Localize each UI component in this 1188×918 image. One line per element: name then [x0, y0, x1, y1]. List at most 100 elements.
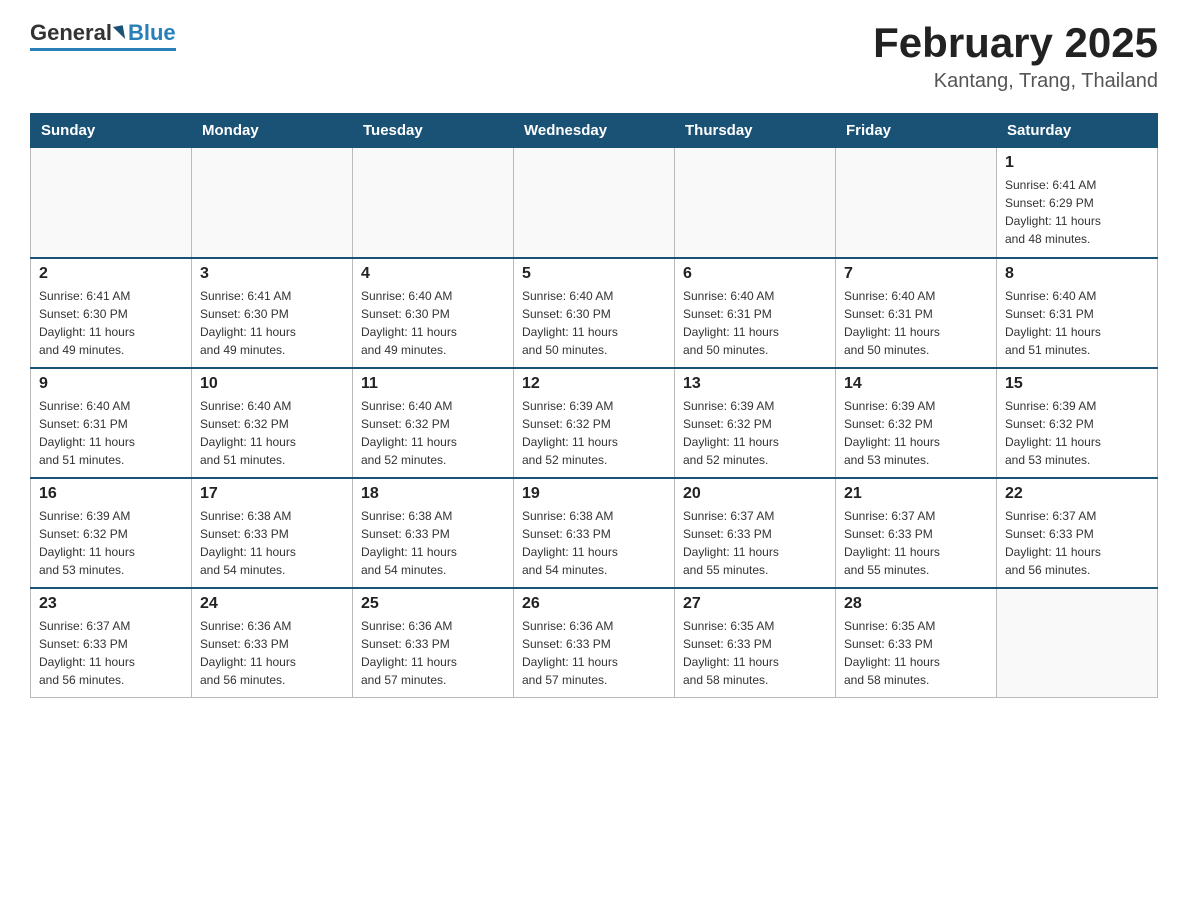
day-info: Sunrise: 6:37 AM Sunset: 6:33 PM Dayligh… [683, 507, 827, 579]
day-number: 18 [361, 485, 505, 503]
day-number: 20 [683, 485, 827, 503]
day-number: 7 [844, 265, 988, 283]
day-info: Sunrise: 6:39 AM Sunset: 6:32 PM Dayligh… [39, 507, 183, 579]
calendar-cell: 27 Sunrise: 6:35 AM Sunset: 6:33 PM Dayli… [675, 588, 836, 698]
day-info: Sunrise: 6:39 AM Sunset: 6:32 PM Dayligh… [844, 397, 988, 469]
day-number: 1 [1005, 154, 1149, 172]
day-number: 8 [1005, 265, 1149, 283]
logo-general-text: General [30, 20, 112, 46]
day-number: 5 [522, 265, 666, 283]
page-header: General Blue February 2025 Kantang, Tran… [30, 20, 1158, 93]
calendar-cell: 15 Sunrise: 6:39 AM Sunset: 6:32 PM Dayli… [997, 368, 1158, 478]
day-info: Sunrise: 6:40 AM Sunset: 6:31 PM Dayligh… [1005, 287, 1149, 359]
day-number: 27 [683, 595, 827, 613]
day-number: 17 [200, 485, 344, 503]
calendar-cell: 28Sunrise: 6:35 AM Sunset: 6:33 PM Dayli… [836, 588, 997, 698]
day-info: Sunrise: 6:40 AM Sunset: 6:30 PM Dayligh… [522, 287, 666, 359]
logo: General Blue [30, 20, 176, 51]
calendar-week-row: 1 Sunrise: 6:41 AM Sunset: 6:29 PM Daylig… [31, 148, 1158, 258]
day-number: 11 [361, 375, 505, 393]
calendar-week-row: 9Sunrise: 6:40 AM Sunset: 6:31 PM Daylig… [31, 368, 1158, 478]
calendar-cell: 11 Sunrise: 6:40 AM Sunset: 6:32 PM Dayli… [353, 368, 514, 478]
logo-underline [30, 48, 176, 51]
logo-blue-text: Blue [128, 20, 176, 46]
calendar-cell: 14 Sunrise: 6:39 AM Sunset: 6:32 PM Dayli… [836, 368, 997, 478]
weekday-header: Tuesday [353, 114, 514, 148]
calendar-title: February 2025 [873, 20, 1158, 66]
day-info: Sunrise: 6:37 AM Sunset: 6:33 PM Dayligh… [844, 507, 988, 579]
calendar-week-row: 2 Sunrise: 6:41 AM Sunset: 6:30 PM Daylig… [31, 258, 1158, 368]
calendar-cell [675, 148, 836, 258]
calendar-cell: 13 Sunrise: 6:39 AM Sunset: 6:32 PM Dayli… [675, 368, 836, 478]
calendar-cell: 5 Sunrise: 6:40 AM Sunset: 6:30 PM Daylig… [514, 258, 675, 368]
day-number: 26 [522, 595, 666, 613]
day-number: 2 [39, 265, 183, 283]
day-number: 12 [522, 375, 666, 393]
day-info: Sunrise: 6:41 AM Sunset: 6:30 PM Dayligh… [39, 287, 183, 359]
day-number: 15 [1005, 375, 1149, 393]
calendar-week-row: 23 Sunrise: 6:37 AM Sunset: 6:33 PM Dayli… [31, 588, 1158, 698]
calendar-cell: 25Sunrise: 6:36 AM Sunset: 6:33 PM Dayli… [353, 588, 514, 698]
day-info: Sunrise: 6:39 AM Sunset: 6:32 PM Dayligh… [522, 397, 666, 469]
weekday-header: Thursday [675, 114, 836, 148]
day-info: Sunrise: 6:40 AM Sunset: 6:31 PM Dayligh… [683, 287, 827, 359]
day-number: 21 [844, 485, 988, 503]
day-info: Sunrise: 6:38 AM Sunset: 6:33 PM Dayligh… [200, 507, 344, 579]
calendar-cell: 6Sunrise: 6:40 AM Sunset: 6:31 PM Daylig… [675, 258, 836, 368]
calendar-cell: 4 Sunrise: 6:40 AM Sunset: 6:30 PM Daylig… [353, 258, 514, 368]
day-number: 3 [200, 265, 344, 283]
day-info: Sunrise: 6:40 AM Sunset: 6:32 PM Dayligh… [200, 397, 344, 469]
calendar-cell: 17 Sunrise: 6:38 AM Sunset: 6:33 PM Dayli… [192, 478, 353, 588]
day-number: 23 [39, 595, 183, 613]
calendar-cell: 22 Sunrise: 6:37 AM Sunset: 6:33 PM Dayli… [997, 478, 1158, 588]
day-number: 14 [844, 375, 988, 393]
weekday-header: Sunday [31, 114, 192, 148]
calendar-cell [353, 148, 514, 258]
day-info: Sunrise: 6:41 AM Sunset: 6:29 PM Dayligh… [1005, 176, 1149, 248]
calendar-cell: 2 Sunrise: 6:41 AM Sunset: 6:30 PM Daylig… [31, 258, 192, 368]
calendar-cell: 12 Sunrise: 6:39 AM Sunset: 6:32 PM Dayli… [514, 368, 675, 478]
calendar-cell: 1 Sunrise: 6:41 AM Sunset: 6:29 PM Daylig… [997, 148, 1158, 258]
day-info: Sunrise: 6:40 AM Sunset: 6:31 PM Dayligh… [844, 287, 988, 359]
logo-text: General Blue [30, 20, 176, 46]
calendar-subtitle: Kantang, Trang, Thailand [873, 70, 1158, 93]
calendar-cell: 21 Sunrise: 6:37 AM Sunset: 6:33 PM Dayli… [836, 478, 997, 588]
day-info: Sunrise: 6:35 AM Sunset: 6:33 PM Dayligh… [683, 617, 827, 689]
weekday-header: Wednesday [514, 114, 675, 148]
day-number: 4 [361, 265, 505, 283]
day-info: Sunrise: 6:38 AM Sunset: 6:33 PM Dayligh… [361, 507, 505, 579]
day-number: 16 [39, 485, 183, 503]
day-info: Sunrise: 6:41 AM Sunset: 6:30 PM Dayligh… [200, 287, 344, 359]
day-info: Sunrise: 6:37 AM Sunset: 6:33 PM Dayligh… [1005, 507, 1149, 579]
calendar-cell: 24 Sunrise: 6:36 AM Sunset: 6:33 PM Dayli… [192, 588, 353, 698]
weekday-header: Saturday [997, 114, 1158, 148]
calendar-cell: 20 Sunrise: 6:37 AM Sunset: 6:33 PM Dayli… [675, 478, 836, 588]
weekday-header: Monday [192, 114, 353, 148]
day-number: 24 [200, 595, 344, 613]
calendar-cell: 9Sunrise: 6:40 AM Sunset: 6:31 PM Daylig… [31, 368, 192, 478]
calendar-cell: 26Sunrise: 6:36 AM Sunset: 6:33 PM Dayli… [514, 588, 675, 698]
calendar-cell [514, 148, 675, 258]
day-info: Sunrise: 6:40 AM Sunset: 6:30 PM Dayligh… [361, 287, 505, 359]
weekday-header-row: SundayMondayTuesdayWednesdayThursdayFrid… [31, 114, 1158, 148]
calendar-cell [997, 588, 1158, 698]
day-number: 22 [1005, 485, 1149, 503]
calendar-cell: 18 Sunrise: 6:38 AM Sunset: 6:33 PM Dayli… [353, 478, 514, 588]
calendar-cell: 16 Sunrise: 6:39 AM Sunset: 6:32 PM Dayli… [31, 478, 192, 588]
day-info: Sunrise: 6:39 AM Sunset: 6:32 PM Dayligh… [1005, 397, 1149, 469]
calendar-cell [836, 148, 997, 258]
day-info: Sunrise: 6:39 AM Sunset: 6:32 PM Dayligh… [683, 397, 827, 469]
day-info: Sunrise: 6:38 AM Sunset: 6:33 PM Dayligh… [522, 507, 666, 579]
day-info: Sunrise: 6:40 AM Sunset: 6:32 PM Dayligh… [361, 397, 505, 469]
weekday-header: Friday [836, 114, 997, 148]
day-number: 13 [683, 375, 827, 393]
day-number: 25 [361, 595, 505, 613]
day-info: Sunrise: 6:37 AM Sunset: 6:33 PM Dayligh… [39, 617, 183, 689]
day-info: Sunrise: 6:36 AM Sunset: 6:33 PM Dayligh… [200, 617, 344, 689]
day-number: 28 [844, 595, 988, 613]
calendar-table: SundayMondayTuesdayWednesdayThursdayFrid… [30, 113, 1158, 698]
calendar-week-row: 16 Sunrise: 6:39 AM Sunset: 6:32 PM Dayli… [31, 478, 1158, 588]
calendar-cell: 19Sunrise: 6:38 AM Sunset: 6:33 PM Dayli… [514, 478, 675, 588]
day-number: 10 [200, 375, 344, 393]
calendar-cell [31, 148, 192, 258]
